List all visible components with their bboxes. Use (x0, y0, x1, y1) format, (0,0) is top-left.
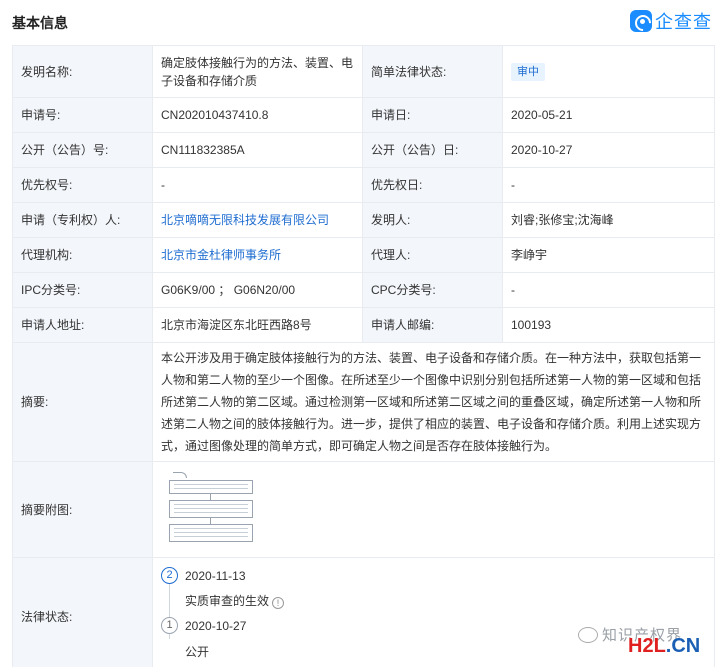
legal-status-timeline: 2 2020-11-13 实质审查的生效! 1 2020-10-27 公开 (161, 559, 706, 667)
application-date-value: 2020-05-21 (502, 97, 715, 133)
priority-no-label: 优先权号: (12, 167, 153, 203)
timeline-event: 实质审查的生效! (185, 592, 285, 610)
qichacha-logo-icon (630, 10, 652, 32)
qichacha-logo[interactable]: 企查查 (630, 9, 712, 33)
row-publication-no: 公开（公告）号: CN111832385A 公开（公告）日: 2020-10-2… (12, 132, 715, 168)
application-no-value: CN202010437410.8 (152, 97, 363, 133)
row-applicant: 申请（专利权）人: 北京嘀嘀无限科技发展有限公司 发明人: 刘睿;张修宝;沈海峰 (12, 202, 715, 238)
invention-name-label: 发明名称: (12, 45, 153, 98)
timeline-date: 2020-11-13 (185, 568, 246, 583)
address-value: 北京市海淀区东北旺西路8号 (152, 307, 363, 343)
publication-date-value: 2020-10-27 (502, 132, 715, 168)
status-badge: 审中 (511, 63, 545, 81)
applicant-label: 申请（专利权）人: (12, 202, 153, 238)
publication-no-label: 公开（公告）号: (12, 132, 153, 168)
postcode-label: 申请人邮编: (362, 307, 503, 343)
ipc-label: IPC分类号: (12, 272, 153, 308)
timeline-step-2-icon: 2 (161, 566, 178, 584)
h2l-logo: H2L.CN (628, 635, 701, 657)
info-icon[interactable]: ! (272, 596, 285, 609)
cpc-value: - (502, 272, 715, 308)
row-priority: 优先权号: - 优先权日: - (12, 167, 715, 203)
timeline-date: 2020-10-27 (185, 618, 247, 633)
wechat-icon (578, 626, 598, 643)
abstract-figure-label: 摘要附图: (12, 461, 153, 558)
application-no-label: 申请号: (12, 97, 153, 133)
row-abstract: 摘要: 本公开涉及用于确定肢体接触行为的方法、装置、电子设备和存储介质。在一种方… (12, 342, 715, 462)
agency-label: 代理机构: (12, 237, 153, 273)
agency-link[interactable]: 北京市金杜律师事务所 (152, 237, 363, 273)
publication-date-label: 公开（公告）日: (362, 132, 503, 168)
agent-label: 代理人: (362, 237, 503, 273)
row-invention-name: 发明名称: 确定肢体接触行为的方法、装置、电子设备和存储介质 简单法律状态: 审… (12, 45, 715, 98)
agent-value: 李峥宇 (502, 237, 715, 273)
section-title: 基本信息 (12, 15, 68, 31)
invention-name-value: 确定肢体接触行为的方法、装置、电子设备和存储介质 (152, 45, 363, 98)
abstract-label: 摘要: (12, 342, 153, 462)
application-date-label: 申请日: (362, 97, 503, 133)
row-application-no: 申请号: CN202010437410.8 申请日: 2020-05-21 (12, 97, 715, 133)
cpc-label: CPC分类号: (362, 272, 503, 308)
section-header: 基本信息 企查查 (0, 0, 720, 42)
address-label: 申请人地址: (12, 307, 153, 343)
row-agency: 代理机构: 北京市金杜律师事务所 代理人: 李峥宇 (12, 237, 715, 273)
legal-status-brief-label: 简单法律状态: (362, 45, 503, 98)
postcode-value: 100193 (502, 307, 715, 343)
row-address: 申请人地址: 北京市海淀区东北旺西路8号 申请人邮编: 100193 (12, 307, 715, 343)
patent-info-table: 发明名称: 确定肢体接触行为的方法、装置、电子设备和存储介质 简单法律状态: 审… (12, 45, 715, 667)
priority-date-value: - (502, 167, 715, 203)
row-legal-status: 法律状态: 2 2020-11-13 实质审查的生效! 1 2020-10-27… (12, 557, 715, 667)
priority-no-value: - (152, 167, 363, 203)
abstract-figure-thumbnail[interactable] (161, 469, 261, 550)
ipc-value: G06K9/00 ； G06N20/00 (152, 272, 363, 308)
abstract-text: 本公开涉及用于确定肢体接触行为的方法、装置、电子设备和存储介质。在一种方法中，获… (161, 351, 702, 453)
priority-date-label: 优先权日: (362, 167, 503, 203)
inventor-value: 刘睿;张修宝;沈海峰 (502, 202, 715, 238)
row-abstract-figure: 摘要附图: (12, 461, 715, 558)
legal-status-label: 法律状态: (12, 557, 153, 667)
inventor-label: 发明人: (362, 202, 503, 238)
publication-no-value: CN111832385A (152, 132, 363, 168)
applicant-link[interactable]: 北京嘀嘀无限科技发展有限公司 (152, 202, 363, 238)
qichacha-logo-text: 企查查 (655, 12, 712, 32)
timeline-step-1-icon: 1 (161, 616, 178, 634)
row-ipc: IPC分类号: G06K9/00 ； G06N20/00 CPC分类号: - (12, 272, 715, 308)
timeline-event: 公开 (185, 644, 210, 659)
